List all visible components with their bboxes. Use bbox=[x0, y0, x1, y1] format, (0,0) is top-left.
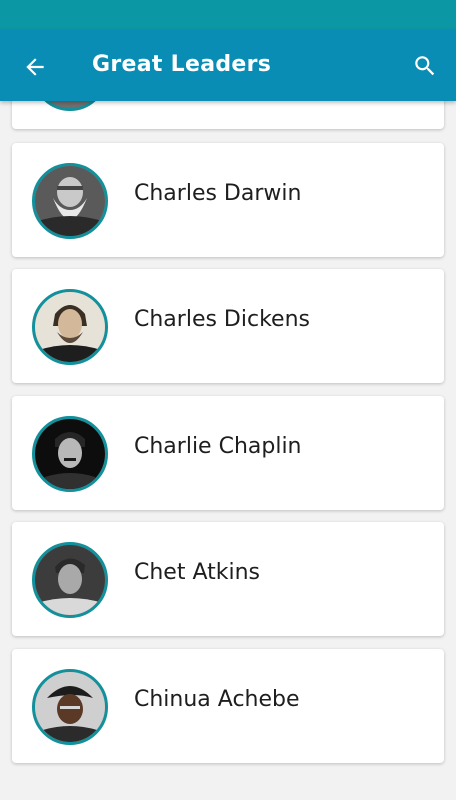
arrow-back-icon bbox=[26, 58, 44, 76]
leader-name: Charles Darwin bbox=[134, 181, 302, 206]
chet-atkins-portrait bbox=[32, 542, 108, 618]
app-title: Great Leaders bbox=[92, 52, 272, 77]
list-item-charles-darwin[interactable]: Charles Darwin bbox=[12, 143, 444, 257]
leader-name: Chinua Achebe bbox=[134, 687, 300, 712]
charles-dickens-portrait bbox=[32, 289, 108, 365]
leader-name: Charlie Chaplin bbox=[134, 434, 302, 459]
list-item-chet-atkins[interactable]: Chet Atkins bbox=[12, 522, 444, 636]
avatar bbox=[32, 101, 108, 111]
leaders-list[interactable]: Charles Darwin Charles Dickens Charlie C… bbox=[0, 101, 456, 800]
leader-name: Chet Atkins bbox=[134, 560, 261, 585]
list-item-charles-dickens[interactable]: Charles Dickens bbox=[12, 269, 444, 383]
app-bar: Great Leaders bbox=[0, 30, 456, 101]
leader-name: Charles Dickens bbox=[134, 307, 310, 332]
charles-darwin-portrait bbox=[32, 163, 108, 239]
back-button[interactable] bbox=[18, 50, 52, 84]
list-item-charlie-chaplin[interactable]: Charlie Chaplin bbox=[12, 396, 444, 510]
list-item-chinua-achebe[interactable]: Chinua Achebe bbox=[12, 649, 444, 763]
chinua-achebe-portrait bbox=[32, 669, 108, 745]
search-icon bbox=[415, 56, 435, 76]
search-button[interactable] bbox=[408, 49, 442, 83]
status-bar bbox=[0, 0, 456, 30]
charlie-chaplin-portrait bbox=[32, 416, 108, 492]
list-item[interactable] bbox=[12, 101, 444, 129]
